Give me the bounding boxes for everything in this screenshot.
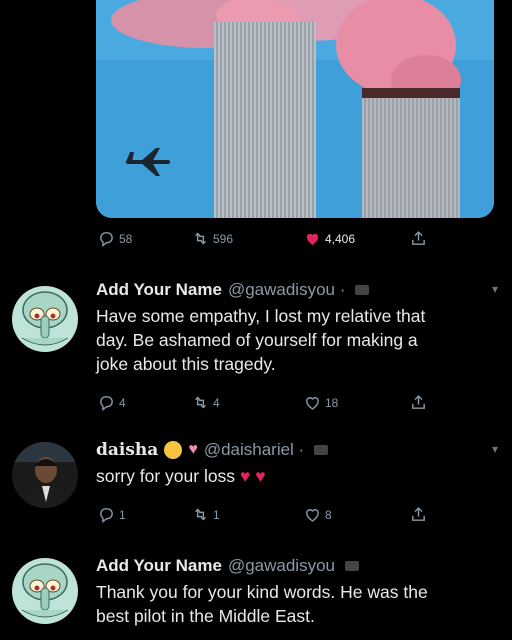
reply-icon bbox=[100, 232, 113, 247]
tweet-text-line: Have some empathy, I lost my relative th… bbox=[96, 306, 426, 326]
sparkling-heart-icon: ♥ bbox=[188, 441, 198, 458]
share-action[interactable] bbox=[410, 230, 427, 247]
redacted-timestamp bbox=[314, 445, 329, 455]
retweet-count: 4 bbox=[213, 395, 220, 410]
reply-count: 1 bbox=[119, 507, 126, 522]
chevron-down-icon[interactable]: ▾ bbox=[492, 282, 498, 296]
display-name[interactable]: daisha bbox=[96, 440, 158, 460]
share-icon bbox=[412, 231, 425, 245]
share-action[interactable] bbox=[410, 394, 427, 411]
image-graphic bbox=[96, 0, 494, 218]
reply-count: 4 bbox=[119, 395, 126, 410]
redacted-timestamp bbox=[345, 561, 359, 571]
share-icon bbox=[412, 507, 425, 521]
tweet-text-line: best pilot in the Middle East. bbox=[96, 606, 315, 626]
redacted-timestamp bbox=[355, 285, 370, 295]
retweet-action[interactable]: 596 bbox=[192, 230, 233, 247]
display-name[interactable]: Add Your Name bbox=[96, 556, 222, 576]
like-action[interactable]: 8 bbox=[304, 506, 332, 523]
tweet-header: daisha ♥ @daishariel · bbox=[96, 440, 329, 460]
tweet-media-image[interactable] bbox=[96, 0, 494, 218]
user-handle[interactable]: @gawadisyou bbox=[228, 556, 335, 576]
retweet-icon bbox=[195, 232, 206, 245]
reply-tweet[interactable]: Add Your Name @gawadisyou Thank you for … bbox=[0, 556, 512, 640]
reply-tweet[interactable]: daisha ♥ @daishariel · ▾ sorry for your … bbox=[0, 440, 512, 530]
reply-tweet[interactable]: Add Your Name @gawadisyou · ▾ Have some … bbox=[0, 280, 512, 420]
daisha-avatar-image bbox=[12, 442, 78, 508]
like-count: 8 bbox=[325, 507, 332, 522]
reply-action[interactable]: 4 bbox=[98, 394, 126, 411]
display-name[interactable]: Add Your Name bbox=[96, 280, 222, 300]
tweet-text: Thank you for your kind words. He was th… bbox=[96, 580, 496, 628]
avatar[interactable] bbox=[12, 558, 78, 624]
share-action[interactable] bbox=[410, 506, 427, 523]
user-handle[interactable]: @daishariel · bbox=[204, 440, 304, 460]
broken-heart-icon: ♥ bbox=[239, 466, 251, 486]
reply-action[interactable]: 58 bbox=[98, 230, 132, 247]
media-tweet-actions: 58 596 4,406 bbox=[96, 230, 494, 250]
tweet-actions: 1 1 8 bbox=[96, 506, 494, 526]
heart-icon bbox=[306, 509, 319, 522]
like-count: 4,406 bbox=[325, 231, 356, 246]
retweet-count: 1 bbox=[213, 507, 220, 522]
like-count: 18 bbox=[325, 395, 339, 410]
user-handle[interactable]: @gawadisyou · bbox=[228, 280, 345, 300]
share-icon bbox=[412, 395, 425, 409]
tweet-header: Add Your Name @gawadisyou · bbox=[96, 280, 370, 300]
broken-heart-icon: ♥ bbox=[255, 466, 266, 486]
reply-count: 58 bbox=[119, 231, 133, 246]
like-action[interactable]: 4,406 bbox=[304, 230, 355, 247]
reply-action[interactable]: 1 bbox=[98, 506, 126, 523]
like-action[interactable]: 18 bbox=[304, 394, 338, 411]
retweet-action[interactable]: 1 bbox=[192, 506, 220, 523]
tweet-text-line: Thank you for your kind words. He was th… bbox=[96, 582, 428, 602]
tweet-text-line: sorry for your loss bbox=[96, 466, 236, 486]
tweet-text-line: day. Be ashamed of yourself for making a bbox=[96, 330, 418, 350]
squidward-avatar-image bbox=[12, 558, 78, 624]
heart-icon bbox=[306, 233, 319, 245]
retweet-icon bbox=[195, 396, 206, 409]
squidward-avatar-image bbox=[12, 286, 78, 352]
heart-icon bbox=[306, 397, 319, 410]
reply-icon bbox=[100, 508, 113, 523]
retweet-action[interactable]: 4 bbox=[192, 394, 220, 411]
chevron-down-icon[interactable]: ▾ bbox=[492, 442, 498, 456]
tweet-text: Have some empathy, I lost my relative th… bbox=[96, 304, 496, 376]
retweet-count: 596 bbox=[213, 231, 234, 246]
tweet-text-line: joke about this tragedy. bbox=[96, 354, 276, 374]
tweet-actions: 4 4 18 bbox=[96, 394, 494, 414]
tweet-text: sorry for your loss ♥ ♥ bbox=[96, 464, 496, 488]
smiling-face-icon bbox=[164, 441, 183, 459]
reply-icon bbox=[100, 396, 113, 411]
retweet-icon bbox=[195, 508, 206, 521]
avatar[interactable] bbox=[12, 286, 78, 352]
avatar[interactable] bbox=[12, 442, 78, 508]
tweet-header: Add Your Name @gawadisyou bbox=[96, 556, 359, 576]
